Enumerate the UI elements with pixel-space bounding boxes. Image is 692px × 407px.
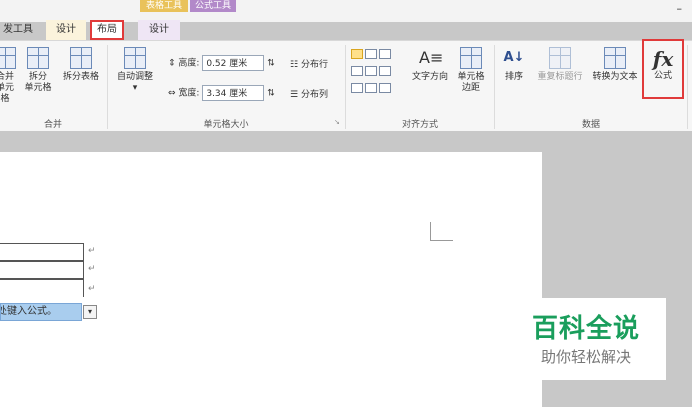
sort-button[interactable]: A↓ 排序 [500,47,528,83]
paragraph-mark: ↵ [88,246,96,256]
split-cells-label-1: 拆分 [28,72,47,82]
merge-cells-label-2: 单元格 [0,83,14,104]
merge-group-label: 合并 [43,120,62,130]
alignment-group-label: 对齐方式 [401,120,438,130]
repeat-header-icon [549,47,571,69]
split-cells-label-2: 单元格 [24,83,52,93]
paragraph-mark: ↵ [88,264,96,274]
watermark-title: 百科全说 [531,314,640,344]
align-bottom-center-button[interactable] [365,83,377,93]
cell-margins-icon [460,47,482,69]
align-top-center-button[interactable] [365,49,377,59]
table-row[interactable] [0,243,84,261]
width-input[interactable]: 3.34 厘米 [202,85,265,101]
distribute-cols-button[interactable]: ☰ 分布列 [290,87,328,100]
watermark-subtitle: 助你轻松解决 [540,348,631,366]
data-group-label: 数据 [581,120,600,130]
merge-cells-icon [0,47,16,69]
formula-input-field[interactable]: 此处键入公式。 [0,303,82,321]
align-bottom-right-button[interactable] [379,83,391,93]
table-tools-header: 表格工具 [140,0,188,12]
paragraph-mark: ↵ [88,284,96,294]
align-middle-right-button[interactable] [379,66,391,76]
group-divider [687,45,688,129]
merge-cells-button[interactable]: 合并 单元格 [0,47,18,105]
repeat-header-button[interactable]: 重复标题行 [532,47,588,83]
distribute-rows-button[interactable]: ☷ 分布行 [290,57,328,70]
cell-margins-label-1: 单元格 [457,72,485,82]
distribute-rows-icon: ☷ [290,60,299,70]
autofit-icon [124,47,146,69]
distribute-cols-icon: ☰ [290,90,299,100]
dialog-launcher-icon[interactable]: ↘ [334,118,340,126]
height-label: 高度: [178,58,200,69]
column-width-icon: ⇔ [168,88,176,99]
convert-to-text-icon [604,47,626,69]
minimize-icon[interactable]: – [677,2,683,15]
spinner-icon[interactable]: ⇅ [267,89,275,99]
text-direction-button[interactable]: A≡ 文字方向 [408,47,452,83]
text-direction-icon: A≡ [419,48,444,67]
repeat-header-label: 重复标题行 [537,72,583,82]
formula-button[interactable]: fx 公式 [642,39,684,99]
split-table-label: 拆分表格 [62,72,99,82]
height-row: ⇕ 高度: 0.52 厘米 ⇅ [168,55,275,71]
split-cells-button[interactable]: 拆分 单元格 [22,47,54,94]
cell-size-group-label: 单元格大小 [203,120,249,130]
table-row[interactable] [0,261,84,279]
formula-tools-header: 公式工具 [190,0,236,12]
align-bottom-left-button[interactable] [351,83,363,93]
align-top-right-button[interactable] [379,49,391,59]
width-label: 宽度: [178,88,200,99]
spinner-icon[interactable]: ⇅ [267,59,275,69]
convert-to-text-button[interactable]: 转换为文本 [590,47,640,83]
align-middle-left-button[interactable] [351,66,363,76]
tab-layout[interactable]: 布局 [90,20,124,40]
autofit-label: 自动调整 [116,72,153,82]
formula-placeholder: 此处键入公式。 [1,306,57,317]
split-table-icon [70,47,92,69]
sort-label: 排序 [504,72,523,82]
split-cells-icon [27,47,49,69]
title-bar [0,0,692,22]
tab-table-design[interactable]: 设计 [46,20,86,40]
chevron-down-icon: ▾ [132,83,138,93]
align-middle-center-button[interactable] [365,66,377,76]
width-row: ⇔ 宽度: 3.34 厘米 ⇅ [168,85,275,101]
height-input[interactable]: 0.52 厘米 [202,55,265,71]
sort-icon: A↓ [503,50,525,65]
distribute-rows-label: 分布行 [300,60,328,70]
row-height-icon: ⇕ [168,58,176,69]
tab-formula-design[interactable]: 设计 [138,20,180,40]
table-row[interactable] [0,279,84,297]
fx-icon: fx [652,47,674,71]
alignment-grid [350,47,406,98]
convert-to-text-label: 转换为文本 [592,72,638,82]
formula-label: 公式 [653,71,672,81]
autofit-button[interactable]: 自动调整 ▾ [112,47,158,94]
tab-developer[interactable]: 发工具 [0,20,36,40]
cell-margins-button[interactable]: 单元格 边距 [452,47,490,94]
merge-cells-label-1: 合并 [0,72,14,82]
cell-margins-label-2: 边距 [461,83,480,93]
align-top-left-button[interactable] [351,49,363,59]
chevron-down-icon[interactable]: ▾ [83,305,97,319]
text-direction-label: 文字方向 [411,72,448,82]
ribbon: 合并 单元格 拆分 单元格 拆分表格 合并 自动调整 ▾ ⇕ 高度: 0.52 … [0,39,692,132]
watermark-logo: 百科全说 助你轻松解决 [506,298,666,380]
split-table-button[interactable]: 拆分表格 [58,47,104,83]
page-margin-corner [430,222,453,241]
distribute-cols-label: 分布列 [300,90,328,100]
